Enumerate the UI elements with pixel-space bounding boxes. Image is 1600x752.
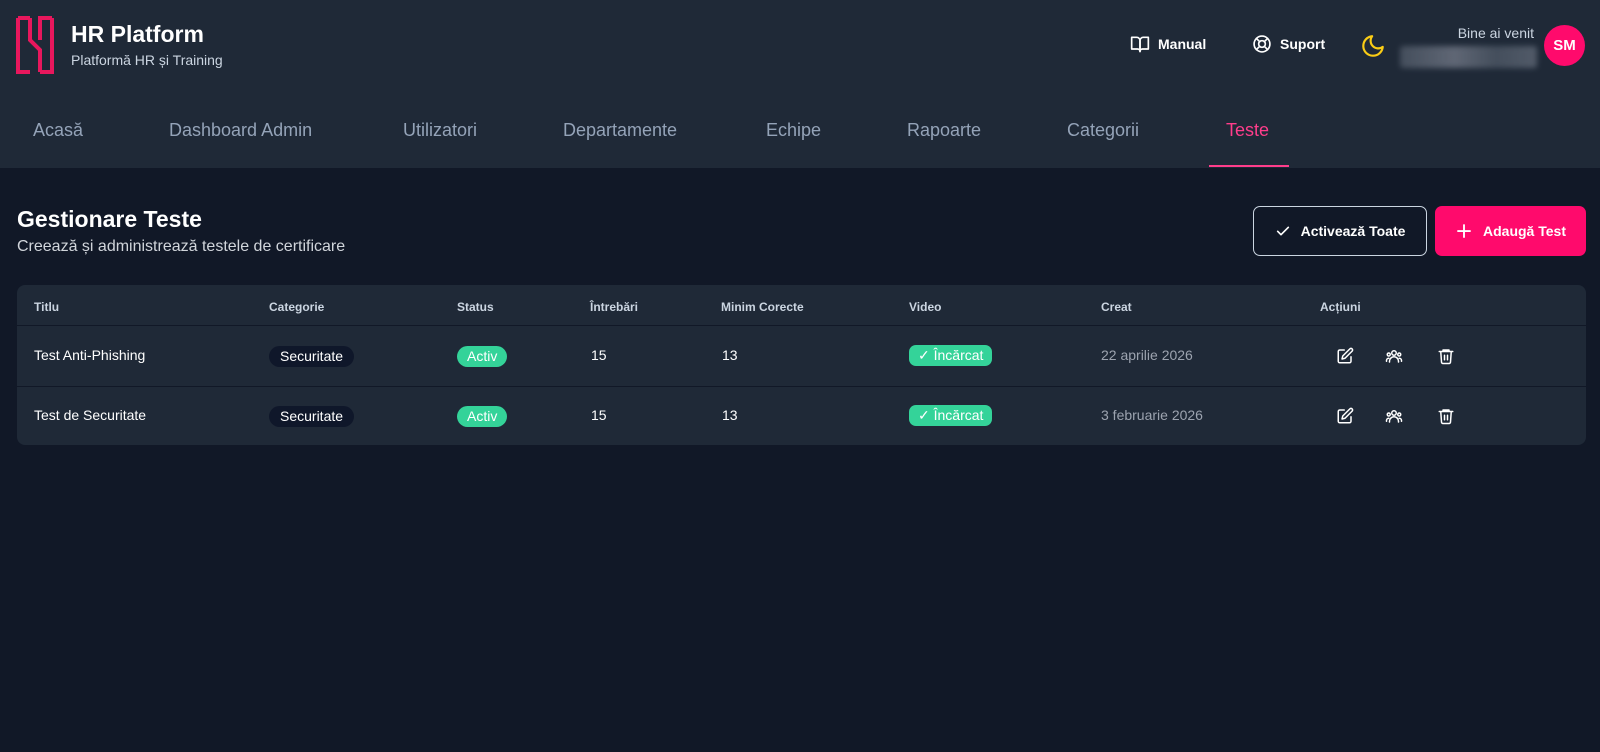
min-correct-count: 13 xyxy=(722,347,738,363)
questions-count: 15 xyxy=(591,407,607,423)
column-header-categorie: Categorie xyxy=(269,300,325,314)
column-header-actiuni: Acțiuni xyxy=(1320,300,1361,314)
support-label: Suport xyxy=(1280,36,1326,52)
main-nav: Acasă Dashboard Admin Utilizatori Depart… xyxy=(0,100,1600,168)
video-status: Încărcat xyxy=(933,407,984,423)
min-correct-count: 13 xyxy=(722,407,738,423)
nav-item-utilizatori[interactable]: Utilizatori xyxy=(403,120,477,141)
active-tab-indicator xyxy=(1209,165,1289,167)
avatar[interactable]: SM xyxy=(1544,25,1585,66)
nav-item-teste[interactable]: Teste xyxy=(1226,120,1269,141)
nav-item-acasa[interactable]: Acasă xyxy=(33,120,83,141)
table-row: Test de Securitate Securitate Activ 15 1… xyxy=(17,386,1586,445)
table-header: Titlu Categorie Status Întrebări Minim C… xyxy=(17,285,1586,326)
tests-table: Titlu Categorie Status Întrebări Minim C… xyxy=(17,285,1586,445)
edit-icon[interactable] xyxy=(1336,347,1354,365)
nav-item-dashboard[interactable]: Dashboard Admin xyxy=(169,120,312,141)
video-badge: ✓ Încărcat xyxy=(909,405,993,426)
welcome-text: Bine ai venit xyxy=(1457,25,1534,41)
team-icon[interactable] xyxy=(1385,407,1403,425)
user-name-redacted xyxy=(1400,46,1537,68)
plus-icon xyxy=(1457,224,1471,238)
manual-label: Manual xyxy=(1158,36,1207,52)
support-link[interactable]: Suport xyxy=(1252,34,1325,54)
manual-link[interactable]: Manual xyxy=(1130,34,1206,54)
logo-icon xyxy=(16,16,54,74)
test-title: Test Anti-Phishing xyxy=(34,347,146,363)
top-header: HR Platform Platformă HR și Training Man… xyxy=(0,0,1600,168)
table-row: Test Anti-Phishing Securitate Activ 15 1… xyxy=(17,327,1586,386)
column-header-minim: Minim Corecte xyxy=(721,300,804,314)
page-subtitle: Creează și administrează testele de cert… xyxy=(17,238,346,255)
category-badge: Securitate xyxy=(269,406,355,427)
status-badge: Activ xyxy=(457,346,508,367)
trash-icon[interactable] xyxy=(1437,347,1455,365)
nav-item-rapoarte[interactable]: Rapoarte xyxy=(907,120,981,141)
add-test-label: Adaugă Test xyxy=(1483,223,1566,239)
check-icon: ✓ xyxy=(918,407,934,423)
brand-title: HR Platform xyxy=(71,21,204,47)
trash-icon[interactable] xyxy=(1437,407,1455,425)
brand-subtitle: Platformă HR și Training xyxy=(71,52,223,68)
column-header-status: Status xyxy=(457,300,494,314)
nav-item-departamente[interactable]: Departamente xyxy=(563,120,677,141)
page-title: Gestionare Teste xyxy=(17,206,202,232)
edit-icon[interactable] xyxy=(1336,407,1354,425)
created-date: 3 februarie 2026 xyxy=(1101,407,1203,423)
activate-all-label: Activează Toate xyxy=(1300,223,1406,239)
team-icon[interactable] xyxy=(1385,347,1403,365)
status-badge: Activ xyxy=(457,406,508,427)
column-header-intrebari: Întrebări xyxy=(590,300,639,314)
lifebuoy-icon xyxy=(1253,35,1271,53)
category-badge: Securitate xyxy=(269,346,355,367)
book-icon xyxy=(1130,36,1150,53)
created-date: 22 aprilie 2026 xyxy=(1101,347,1193,363)
activate-all-button[interactable]: Activează Toate xyxy=(1253,206,1427,256)
nav-item-categorii[interactable]: Categorii xyxy=(1067,120,1139,141)
column-header-titlu: Titlu xyxy=(34,300,60,314)
nav-item-echipe[interactable]: Echipe xyxy=(766,120,821,141)
video-badge: ✓ Încărcat xyxy=(909,345,993,366)
check-icon: ✓ xyxy=(918,347,934,363)
brand[interactable]: HR Platform Platformă HR și Training xyxy=(16,16,223,74)
column-header-video: Video xyxy=(909,300,942,314)
check-icon xyxy=(1276,226,1289,236)
moon-icon[interactable] xyxy=(1360,33,1386,59)
add-test-button[interactable]: Adaugă Test xyxy=(1435,206,1586,256)
column-header-creat: Creat xyxy=(1101,300,1132,314)
questions-count: 15 xyxy=(591,347,607,363)
test-title: Test de Securitate xyxy=(34,407,147,423)
video-status: Încărcat xyxy=(933,347,984,363)
